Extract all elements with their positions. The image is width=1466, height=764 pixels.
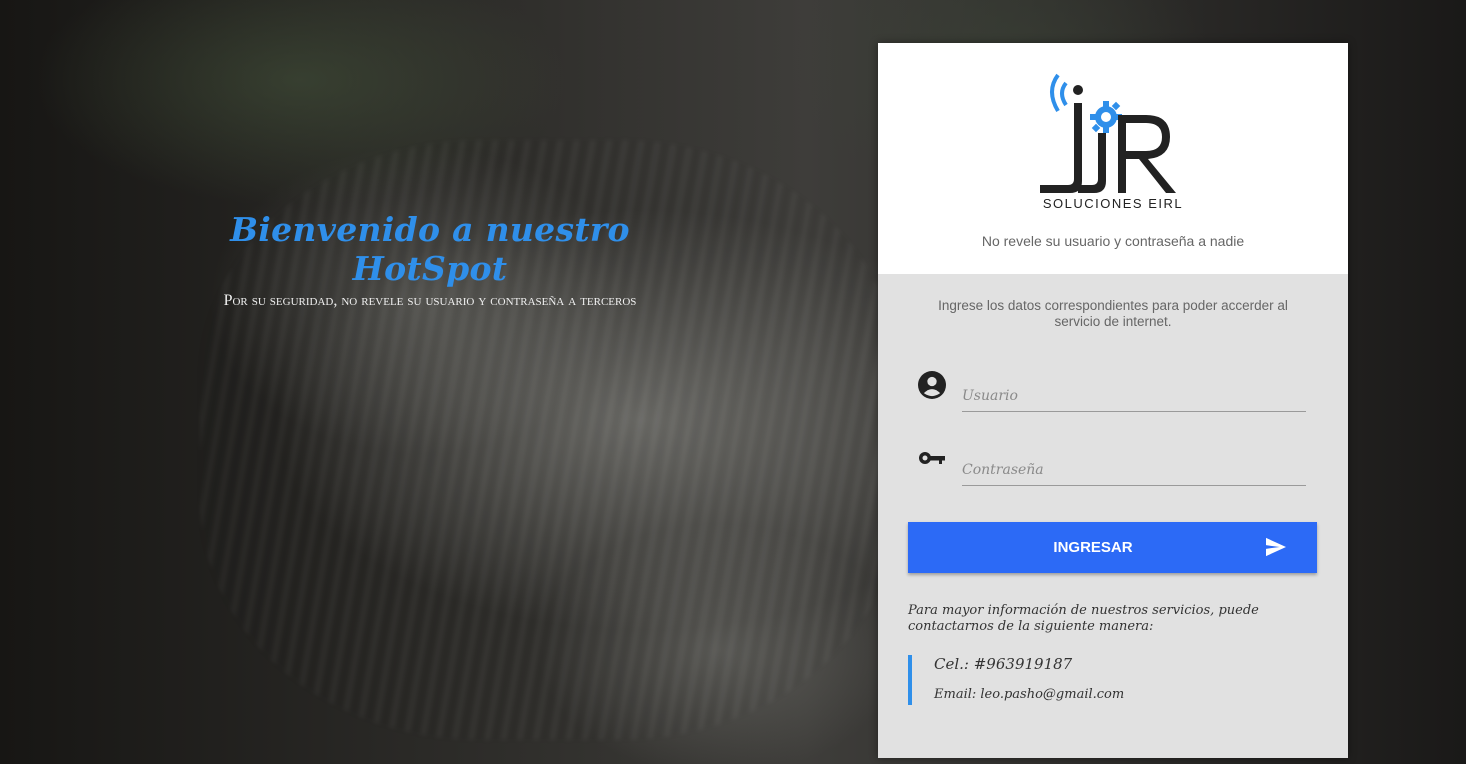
username-input[interactable] <box>962 381 1306 412</box>
intro-text: Ingrese los datos correspondientes para … <box>938 298 1288 329</box>
account-circle-icon <box>918 371 946 399</box>
contact-info-text: Para mayor información de nuestros servi… <box>908 603 1259 634</box>
company-logo <box>1040 73 1176 193</box>
welcome-title: Bienvenido a nuestro HotSpot <box>230 210 630 288</box>
key-icon <box>919 452 945 464</box>
password-input[interactable] <box>962 455 1306 486</box>
contact-block: Cel.: #963919187 Email: leo.pasho@gmail.… <box>908 655 1322 705</box>
password-field <box>918 445 1308 491</box>
logo-subtitle: SOLUCIONES EIRL <box>1042 196 1184 211</box>
card-header: SOLUCIONES EIRL No revele su usuario y c… <box>878 43 1348 274</box>
ingresar-button-label: INGRESAR <box>1053 539 1133 556</box>
username-field <box>918 371 1308 417</box>
security-tagline: No revele su usuario y contraseña a nadi… <box>981 233 1245 249</box>
contact-email: Email: leo.pasho@gmail.com <box>934 687 1125 702</box>
contact-phone: Cel.: #963919187 <box>934 655 1073 673</box>
ingresar-button[interactable]: INGRESAR <box>908 522 1317 573</box>
send-icon <box>1266 537 1286 557</box>
welcome-subtitle: Por su seguridad, no revele su usuario y… <box>223 292 637 309</box>
login-card: SOLUCIONES EIRL No revele su usuario y c… <box>878 43 1348 758</box>
welcome-section: Bienvenido a nuestro HotSpot Por su segu… <box>150 210 710 310</box>
